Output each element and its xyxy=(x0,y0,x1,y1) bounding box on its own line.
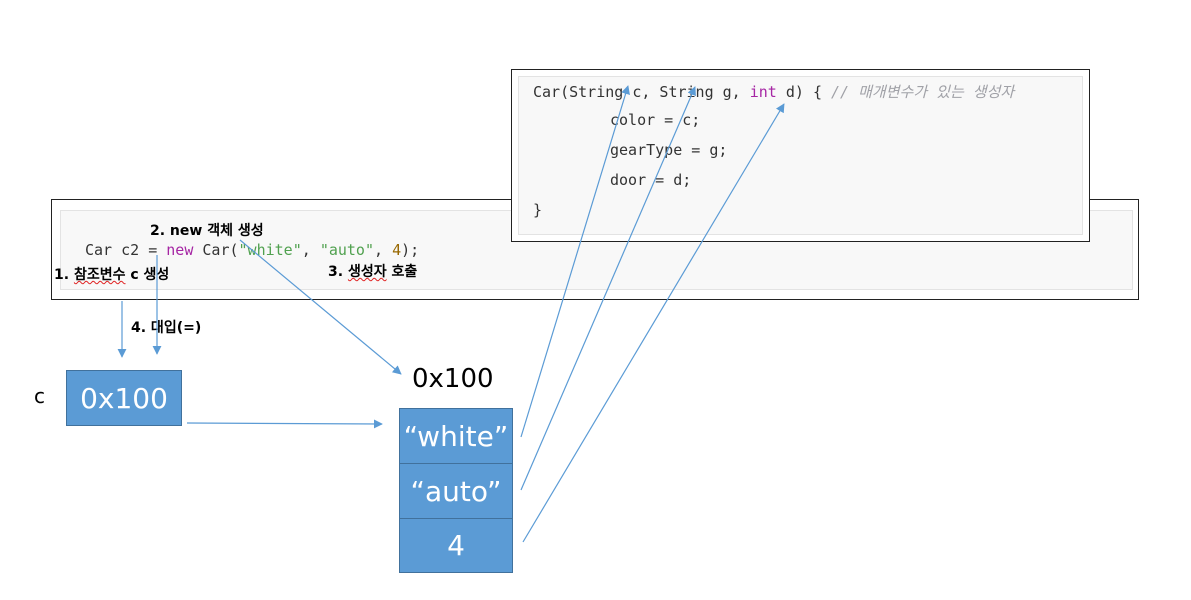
arrows-layer xyxy=(117,85,785,543)
arrow-step2 xyxy=(239,239,402,375)
arrow-4-to-d xyxy=(522,103,785,543)
arrow-ref-to-object xyxy=(186,419,383,429)
arrow-white-to-c xyxy=(520,85,630,438)
arrow-auto-to-g xyxy=(520,86,696,491)
